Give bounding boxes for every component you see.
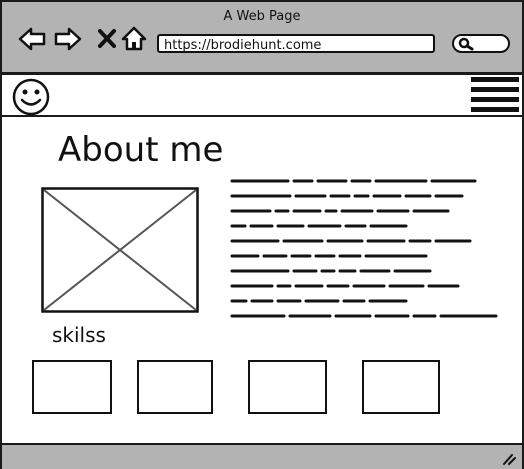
back-arrow-icon[interactable] bbox=[17, 24, 47, 54]
skill-card-2 bbox=[137, 360, 213, 414]
close-icon[interactable] bbox=[92, 24, 122, 54]
resize-grip-icon[interactable] bbox=[500, 452, 516, 466]
body-text-placeholder bbox=[230, 179, 498, 318]
home-icon[interactable] bbox=[119, 24, 149, 54]
search-icon bbox=[458, 37, 474, 51]
image-placeholder bbox=[41, 187, 199, 313]
status-bar bbox=[2, 443, 522, 469]
skills-heading: skilss bbox=[52, 323, 106, 347]
browser-chrome: A Web Page https://brodiehunt.come bbox=[2, 2, 522, 75]
window-title: A Web Page bbox=[223, 9, 301, 24]
search-field[interactable] bbox=[452, 34, 510, 53]
site-navbar bbox=[2, 75, 522, 117]
smiley-icon[interactable] bbox=[11, 77, 51, 117]
address-bar[interactable]: https://brodiehunt.come bbox=[157, 34, 435, 53]
forward-arrow-icon[interactable] bbox=[53, 24, 83, 54]
skill-card-3 bbox=[248, 360, 327, 414]
hamburger-menu-icon[interactable] bbox=[469, 75, 521, 115]
skill-card-4 bbox=[362, 360, 440, 414]
page-title: About me bbox=[58, 130, 224, 170]
browser-window: A Web Page https://brodiehunt.come About… bbox=[0, 0, 524, 469]
skill-card-1 bbox=[32, 360, 112, 414]
